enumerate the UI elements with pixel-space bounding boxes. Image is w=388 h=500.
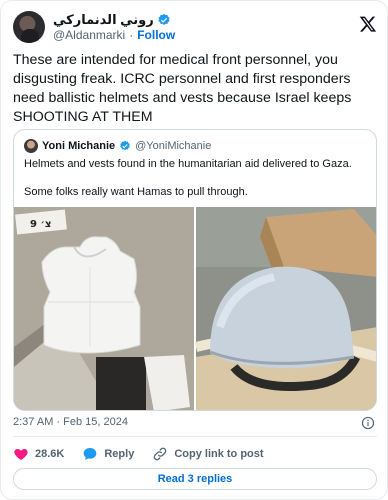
quoted-post[interactable]: Yoni Michanie @YoniMichanie Helmets and …	[13, 129, 377, 411]
photo-helmet[interactable]	[194, 207, 377, 411]
post-timestamp[interactable]: 2:37 AM · Feb 15, 2024	[13, 416, 128, 428]
read-replies-button[interactable]: Read 3 replies	[13, 468, 377, 490]
quoted-text-line-1: Helmets and vests found in the humanitar…	[24, 158, 352, 170]
quoted-text-line-2: Some folks really want Hamas to pull thr…	[24, 186, 248, 198]
quoted-handle: @YoniMichanie	[135, 140, 212, 152]
quoted-media[interactable]: 9 צ׳	[14, 207, 377, 411]
reply-label: Reply	[104, 448, 135, 460]
reply-bubble-icon	[84, 448, 97, 460]
verified-badge-icon	[120, 140, 130, 151]
quoted-post-header: Yoni Michanie @YoniMichanie	[24, 139, 211, 153]
info-icon[interactable]	[361, 416, 375, 430]
copy-link-button[interactable]: Copy link to post	[152, 446, 264, 462]
like-button[interactable]: 28.6K	[13, 446, 64, 462]
author-handle-row: @Aldanmarki · Follow	[53, 28, 175, 42]
embedded-post-card: روني الدنماركي @Aldanmarki · Follow Thes…	[0, 0, 388, 500]
divider	[13, 436, 377, 437]
post-header: روني الدنماركي @Aldanmarki · Follow	[13, 11, 377, 43]
author-display-name[interactable]: روني الدنماركي	[53, 12, 154, 28]
action-bar: 28.6K Reply Copy link to post	[13, 445, 282, 463]
author-handle[interactable]: @Aldanmarki	[53, 28, 125, 42]
copy-link-label: Copy link to post	[174, 448, 264, 460]
link-icon	[154, 447, 167, 461]
box-marking-text: 9 צ׳	[30, 219, 51, 230]
verified-badge-icon	[158, 13, 170, 25]
quoted-avatar	[24, 139, 38, 153]
x-logo-icon[interactable]	[359, 15, 377, 33]
quoted-display-name: Yoni Michanie	[42, 140, 116, 152]
separator-dot: ·	[129, 28, 134, 42]
like-count: 28.6K	[35, 448, 65, 460]
photo-vest[interactable]: 9 צ׳	[14, 207, 194, 411]
author-name-row: روني الدنماركي	[53, 12, 171, 28]
avatar[interactable]	[13, 11, 45, 43]
heart-icon	[14, 449, 28, 460]
follow-link[interactable]: Follow	[137, 28, 175, 42]
post-text: These are intended for medical front per…	[13, 52, 352, 125]
reply-button[interactable]: Reply	[82, 446, 134, 462]
